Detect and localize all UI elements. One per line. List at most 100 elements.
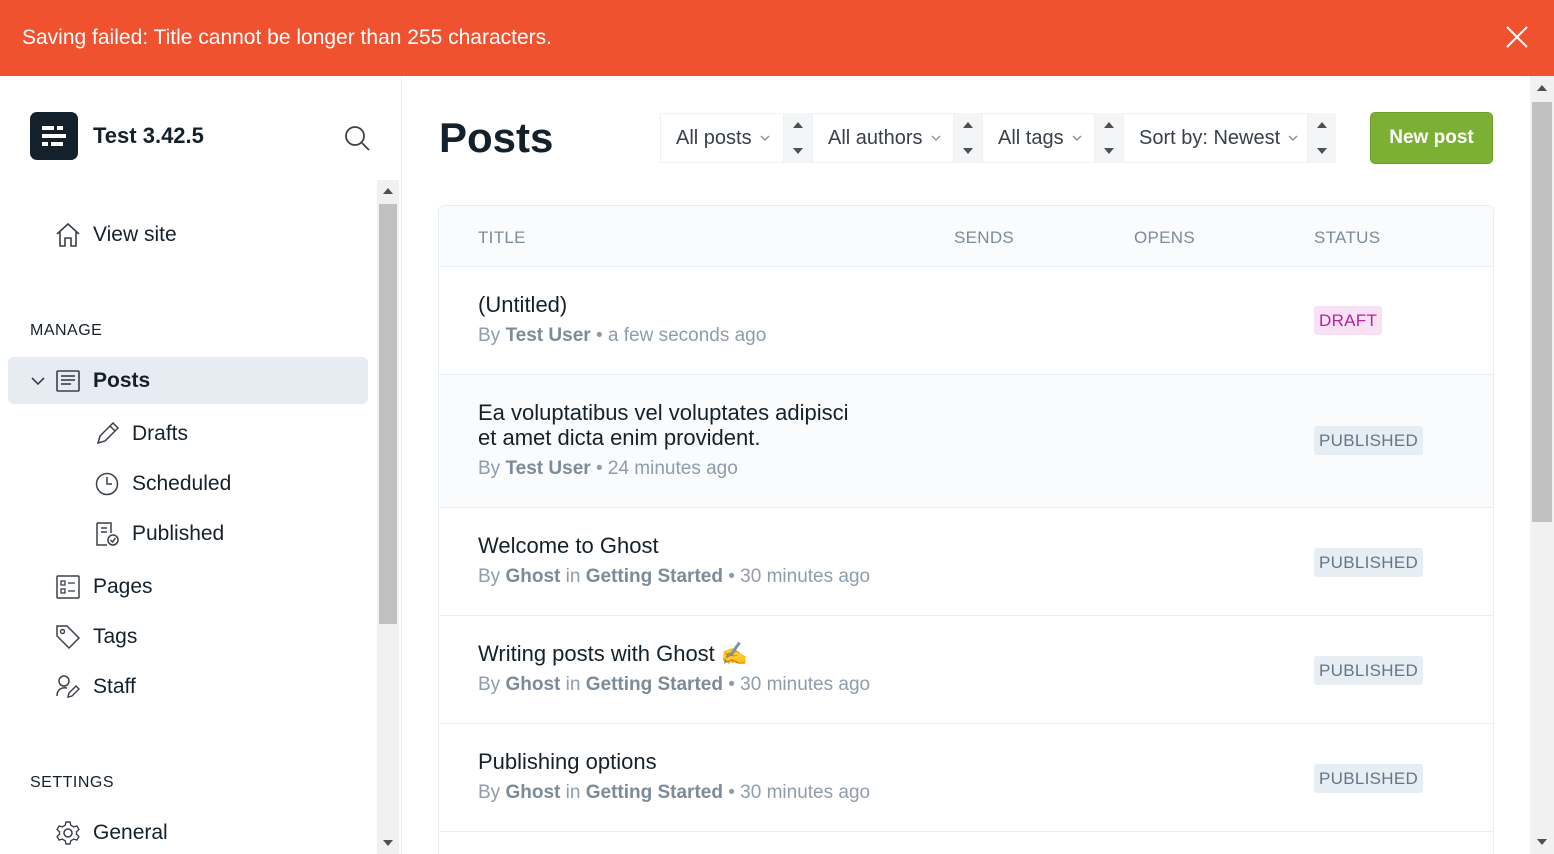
settings-section-label: SETTINGS <box>30 774 115 791</box>
post-meta: By Ghost in Getting Started • 30 minutes… <box>478 674 870 696</box>
nav-posts-label: Posts <box>93 369 151 392</box>
nav-scheduled[interactable]: Scheduled <box>94 471 231 497</box>
chevron-down-icon <box>931 135 940 141</box>
table-row[interactable]: Welcome to Ghost By Ghost in Getting Sta… <box>439 508 1493 616</box>
site-title: Test 3.42.5 <box>93 123 204 148</box>
meta-separator: • <box>595 458 603 479</box>
close-icon[interactable] <box>1504 24 1530 50</box>
brand[interactable]: Test 3.42.5 <box>30 112 204 160</box>
scroll-up-arrow-icon[interactable] <box>1537 85 1547 91</box>
nav-tags[interactable]: Tags <box>55 624 137 650</box>
meta-in: in <box>565 566 581 587</box>
meta-in: in <box>565 782 581 803</box>
author-select[interactable]: All authors <box>812 113 954 163</box>
nav-view-site[interactable]: View site <box>55 222 177 248</box>
tag-icon <box>56 625 81 650</box>
meta-tag: Getting Started <box>585 782 723 803</box>
manage-section-label: MANAGE <box>30 322 103 339</box>
scroll-down-arrow-icon[interactable] <box>383 840 393 846</box>
meta-author: Ghost <box>505 674 561 695</box>
table-row[interactable]: Writing posts with Ghost ✍️ By Ghost in … <box>439 616 1493 724</box>
new-post-button[interactable]: New post <box>1370 112 1493 164</box>
chevron-down-icon <box>1072 135 1082 141</box>
meta-time: 24 minutes ago <box>607 458 738 479</box>
meta-by: By <box>478 566 501 587</box>
nav-scheduled-label: Scheduled <box>132 472 232 495</box>
nav-drafts-label: Drafts <box>132 422 189 445</box>
meta-separator: • <box>728 566 735 587</box>
nav-tags-label: Tags <box>93 625 138 648</box>
meta-author: Ghost <box>505 566 561 587</box>
sort-spinner[interactable] <box>1308 113 1336 163</box>
nav-drafts[interactable]: Drafts <box>94 421 188 447</box>
author-spinner[interactable] <box>954 113 982 163</box>
nav-staff-label: Staff <box>93 675 136 698</box>
error-alert: Saving failed: Title cannot be longer th… <box>0 0 1554 76</box>
post-meta: By Test User • a few seconds ago <box>478 325 766 347</box>
published-doc-icon <box>96 522 119 546</box>
post-meta: By Ghost in Getting Started • 30 minutes… <box>478 782 870 804</box>
column-title: TITLE <box>478 228 526 247</box>
meta-separator: • <box>728 782 735 803</box>
meta-author: Test User <box>505 325 591 346</box>
scrollbar-thumb[interactable] <box>1532 102 1552 522</box>
tag-value: All tags <box>998 126 1064 149</box>
meta-time: 30 minutes ago <box>740 782 871 803</box>
sort-select[interactable]: Sort by: Newest <box>1123 113 1308 163</box>
pages-icon <box>56 575 80 599</box>
main-content: Posts All posts All authors All tags Sor… <box>402 76 1530 854</box>
meta-by: By <box>478 458 501 479</box>
nav-pages[interactable]: Pages <box>55 574 153 600</box>
meta-by: By <box>478 674 501 695</box>
post-type-spinner[interactable] <box>784 113 812 163</box>
meta-separator: • <box>728 674 735 695</box>
post-title-line-2: et amet dicta enim provident. <box>478 425 761 450</box>
nav-view-site-label: View site <box>93 223 177 246</box>
post-type-value: All posts <box>676 126 752 149</box>
status-badge: PUBLISHED <box>1314 656 1424 685</box>
chevron-down-icon <box>760 135 770 141</box>
scrollbar-thumb[interactable] <box>379 204 397 624</box>
status-badge: PUBLISHED <box>1314 548 1424 577</box>
table-row[interactable]: Publishing options By Ghost in Getting S… <box>439 724 1493 832</box>
nav-published[interactable]: Published <box>94 521 224 547</box>
post-meta: By Test User • 24 minutes ago <box>478 458 738 480</box>
scroll-up-arrow-icon[interactable] <box>383 188 393 194</box>
post-title-text: Writing posts with Ghost <box>478 641 715 666</box>
nav-pages-label: Pages <box>93 575 153 598</box>
nav-published-label: Published <box>132 522 225 545</box>
status-badge: PUBLISHED <box>1314 764 1424 793</box>
nav-posts[interactable]: Posts <box>30 368 150 394</box>
posts-icon <box>56 370 80 392</box>
search-icon[interactable] <box>343 124 371 152</box>
meta-tag: Getting Started <box>585 674 723 695</box>
tag-spinner[interactable] <box>1095 113 1123 163</box>
home-icon <box>56 222 80 247</box>
meta-by: By <box>478 325 501 346</box>
tag-select[interactable]: All tags <box>982 113 1095 163</box>
status-badge: PUBLISHED <box>1314 426 1424 455</box>
meta-separator: • <box>595 325 603 346</box>
chevron-down-icon[interactable] <box>30 373 46 389</box>
meta-time: 30 minutes ago <box>740 566 871 587</box>
meta-author: Ghost <box>505 782 561 803</box>
staff-icon <box>56 675 80 698</box>
table-row[interactable]: Ea voluptatibus vel voluptates adipisci … <box>439 375 1493 508</box>
scroll-down-arrow-icon[interactable] <box>1537 839 1547 845</box>
meta-in: in <box>565 674 581 695</box>
table-row[interactable]: (Untitled) By Test User • a few seconds … <box>439 267 1493 375</box>
column-status: STATUS <box>1314 228 1381 247</box>
post-title-line-1: Ea voluptatibus vel voluptates adipisci <box>478 400 849 425</box>
post-title: Writing posts with Ghost ✍️ <box>478 641 748 666</box>
main-scrollbar[interactable] <box>1530 76 1554 854</box>
post-type-select[interactable]: All posts <box>660 113 784 163</box>
meta-time: a few seconds ago <box>607 325 767 346</box>
post-meta: By Ghost in Getting Started • 30 minutes… <box>478 566 870 588</box>
meta-tag: Getting Started <box>585 566 723 587</box>
nav-staff[interactable]: Staff <box>55 674 136 700</box>
page-title: Posts <box>439 114 554 161</box>
writing-hand-emoji-icon: ✍️ <box>720 641 749 666</box>
ghost-logo-icon <box>30 112 78 160</box>
sidebar-scrollbar[interactable] <box>377 180 399 854</box>
nav-general[interactable]: General <box>55 820 168 846</box>
